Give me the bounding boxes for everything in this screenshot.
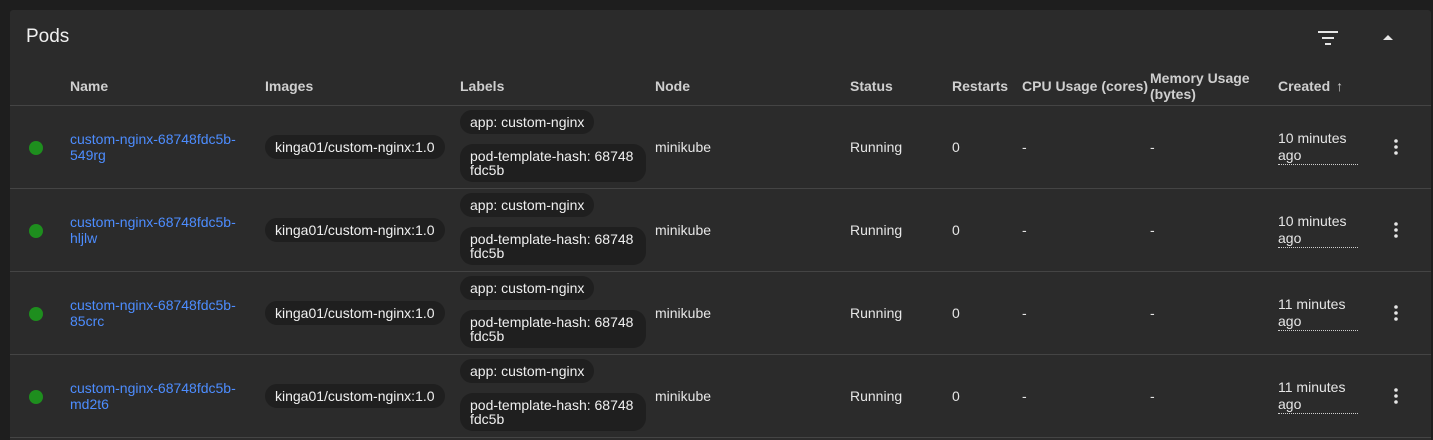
column-header-name[interactable]: Name bbox=[70, 66, 108, 105]
restarts-cell: 0 bbox=[952, 388, 960, 404]
created-time: 11 minutes ago bbox=[1278, 379, 1358, 414]
label-chip-pod-template-hash: pod-template-hash: 68748fdc5b bbox=[460, 393, 646, 431]
status-running-icon bbox=[29, 390, 43, 404]
sort-arrow-up-icon: ↑ bbox=[1336, 77, 1344, 94]
restarts-cell: 0 bbox=[952, 139, 960, 155]
pod-name-link[interactable]: custom-nginx-68748fdc5b-85crc bbox=[70, 297, 240, 329]
pod-name-link[interactable]: custom-nginx-68748fdc5b-hljlw bbox=[70, 214, 240, 246]
created-cell: 11 minutes ago bbox=[1278, 272, 1358, 354]
restarts-cell: 0 bbox=[952, 305, 960, 321]
status-cell: Running bbox=[850, 305, 903, 321]
status-running-icon bbox=[29, 224, 43, 238]
image-chip: kinga01/custom-nginx:1.0 bbox=[265, 218, 445, 242]
label-chip-app: app: custom-nginx bbox=[460, 276, 595, 300]
image-cell: kinga01/custom-nginx:1.0 bbox=[265, 189, 445, 271]
image-cell: kinga01/custom-nginx:1.0 bbox=[265, 355, 445, 437]
image-chip: kinga01/custom-nginx:1.0 bbox=[265, 384, 445, 408]
status-cell: Running bbox=[850, 222, 903, 238]
more-vert-icon[interactable] bbox=[1384, 299, 1408, 327]
created-time: 10 minutes ago bbox=[1278, 213, 1358, 248]
chevron-up-icon[interactable] bbox=[1374, 24, 1402, 52]
label-chip-pod-template-hash: pod-template-hash: 68748fdc5b bbox=[460, 310, 646, 348]
created-time: 11 minutes ago bbox=[1278, 296, 1358, 331]
column-header-memory: Memory Usage (bytes) bbox=[1150, 69, 1250, 102]
created-time: 10 minutes ago bbox=[1278, 130, 1358, 165]
pod-name-cell: custom-nginx-68748fdc5b-md2t6 bbox=[70, 355, 240, 437]
column-header-node[interactable]: Node bbox=[655, 66, 690, 105]
table-row: custom-nginx-68748fdc5b-md2t6 kinga01/cu… bbox=[10, 355, 1431, 438]
more-vert-icon[interactable] bbox=[1384, 133, 1408, 161]
created-cell: 10 minutes ago bbox=[1278, 106, 1358, 188]
pods-card: Pods Name Images Labels Node Status Rest… bbox=[10, 10, 1431, 440]
more-vert-icon[interactable] bbox=[1384, 382, 1408, 410]
node-cell: minikube bbox=[655, 139, 712, 155]
memory-usage-cell: - bbox=[1150, 222, 1155, 238]
table-row: custom-nginx-68748fdc5b-85crc kinga01/cu… bbox=[10, 272, 1431, 355]
column-header-restarts: Restarts bbox=[952, 77, 1009, 94]
status-cell: Running bbox=[850, 388, 903, 404]
memory-usage-cell: - bbox=[1150, 388, 1155, 404]
filter-list-icon[interactable] bbox=[1314, 24, 1342, 52]
label-chip-app: app: custom-nginx bbox=[460, 359, 595, 383]
column-header-labels: Labels bbox=[460, 77, 505, 94]
image-chip: kinga01/custom-nginx:1.0 bbox=[265, 301, 445, 325]
pod-name-cell: custom-nginx-68748fdc5b-549rg bbox=[70, 106, 240, 188]
table-header: Name Images Labels Node Status Restarts … bbox=[10, 66, 1431, 106]
cpu-usage-cell: - bbox=[1022, 388, 1027, 404]
status-running-icon bbox=[29, 141, 43, 155]
node-cell: minikube bbox=[655, 388, 712, 404]
more-vert-icon[interactable] bbox=[1384, 216, 1408, 244]
cpu-usage-cell: - bbox=[1022, 139, 1027, 155]
column-header-status[interactable]: Status bbox=[850, 66, 893, 105]
pod-name-cell: custom-nginx-68748fdc5b-hljlw bbox=[70, 189, 240, 271]
image-chip: kinga01/custom-nginx:1.0 bbox=[265, 135, 445, 159]
created-cell: 11 minutes ago bbox=[1278, 355, 1358, 437]
restarts-cell: 0 bbox=[952, 222, 960, 238]
memory-usage-cell: - bbox=[1150, 139, 1155, 155]
status-running-icon bbox=[29, 307, 43, 321]
column-header-cpu: CPU Usage (cores) bbox=[1022, 77, 1149, 94]
column-header-images: Images bbox=[265, 77, 314, 94]
memory-usage-cell: - bbox=[1150, 305, 1155, 321]
pod-name-link[interactable]: custom-nginx-68748fdc5b-md2t6 bbox=[70, 380, 240, 412]
column-header-created[interactable]: Created ↑ bbox=[1278, 66, 1343, 105]
image-cell: kinga01/custom-nginx:1.0 bbox=[265, 272, 445, 354]
node-cell: minikube bbox=[655, 222, 712, 238]
label-chip-app: app: custom-nginx bbox=[460, 110, 595, 134]
created-cell: 10 minutes ago bbox=[1278, 189, 1358, 271]
node-cell: minikube bbox=[655, 305, 712, 321]
status-cell: Running bbox=[850, 139, 903, 155]
table-row: custom-nginx-68748fdc5b-549rg kinga01/cu… bbox=[10, 106, 1431, 189]
table-row: custom-nginx-68748fdc5b-hljlw kinga01/cu… bbox=[10, 189, 1431, 272]
card-title: Pods bbox=[26, 26, 70, 47]
label-chip-app: app: custom-nginx bbox=[460, 193, 595, 217]
cpu-usage-cell: - bbox=[1022, 222, 1027, 238]
label-chip-pod-template-hash: pod-template-hash: 68748fdc5b bbox=[460, 227, 646, 265]
label-chip-pod-template-hash: pod-template-hash: 68748fdc5b bbox=[460, 144, 646, 182]
cpu-usage-cell: - bbox=[1022, 305, 1027, 321]
image-cell: kinga01/custom-nginx:1.0 bbox=[265, 106, 445, 188]
column-header-created-label: Created bbox=[1278, 77, 1331, 94]
pod-name-cell: custom-nginx-68748fdc5b-85crc bbox=[70, 272, 240, 354]
pod-name-link[interactable]: custom-nginx-68748fdc5b-549rg bbox=[70, 131, 240, 163]
